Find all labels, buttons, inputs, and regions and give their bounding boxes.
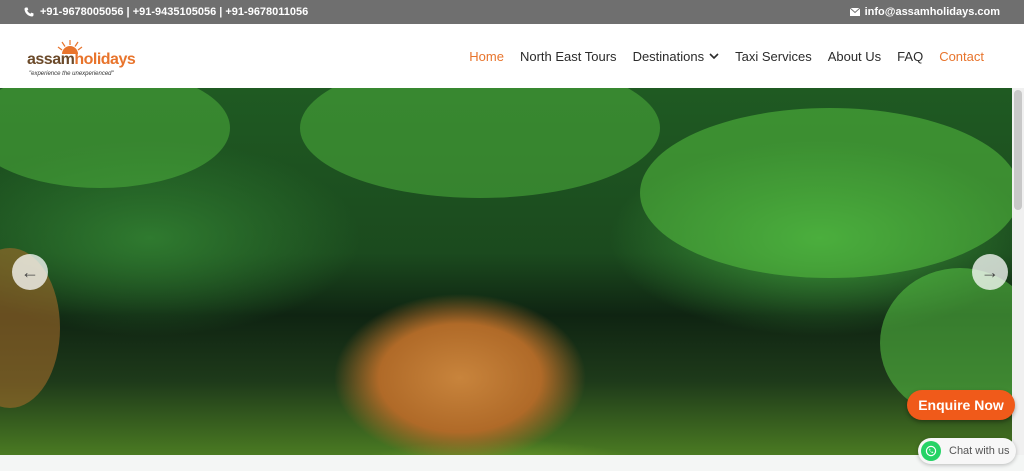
arrow-left-icon: ← [21,261,39,282]
nav-destinations[interactable]: Destinations [633,49,720,64]
whatsapp-chat-button[interactable]: Chat with us [918,438,1016,464]
site-header: assamholidays "experience the unexperien… [0,24,1024,88]
whatsapp-icon [921,441,941,461]
top-bar: +91-9678005056 | +91-9435105056 | +91-96… [0,0,1024,24]
main-nav: Home North East Tours Destinations Taxi … [469,24,984,88]
arrow-right-icon: → [981,261,999,282]
contact-email: info@assamholidays.com [849,6,1000,18]
nav-taxi-services[interactable]: Taxi Services [735,49,812,64]
envelope-icon [849,8,860,16]
phone-icon [24,7,34,17]
contact-phones: +91-9678005056 | +91-9435105056 | +91-96… [24,6,308,18]
scrollbar-thumb[interactable] [1014,90,1022,210]
slider-next-button[interactable]: → [972,254,1008,290]
foliage-decoration [640,108,1012,278]
site-logo[interactable]: assamholidays "experience the unexperien… [27,38,137,78]
enquire-now-button[interactable]: Enquire Now [907,390,1015,420]
chevron-down-icon [709,53,719,59]
nav-destinations-label: Destinations [632,48,705,64]
nav-about-us[interactable]: About Us [828,49,881,64]
nav-north-east-tours[interactable]: North East Tours [520,49,617,64]
logo-tagline: "experience the unexperienced" [29,71,114,77]
phone-numbers[interactable]: +91-9678005056 | +91-9435105056 | +91-96… [40,6,308,18]
nav-contact[interactable]: Contact [939,49,984,64]
nav-home[interactable]: Home [469,49,504,64]
slider-prev-button[interactable]: ← [12,254,48,290]
foliage-decoration [300,88,660,198]
email-link[interactable]: info@assamholidays.com [865,6,1000,18]
foliage-decoration [0,88,230,188]
nav-faq[interactable]: FAQ [897,49,923,64]
chat-label: Chat with us [949,445,1010,457]
logo-wordmark: assamholidays [27,51,136,68]
hero-slider-image: ← → [0,88,1012,455]
